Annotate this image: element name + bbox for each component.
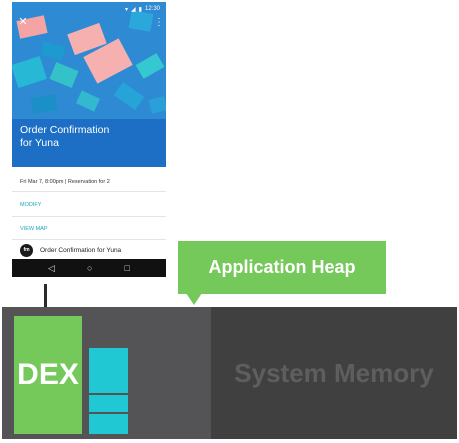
navigation-bar: ◁ ○ □ [12,259,166,277]
status-bar: ▾ ◢ ▮ 12:30 [12,2,166,16]
dex-block: DEX [14,316,82,434]
recents-icon[interactable]: □ [125,263,130,273]
wifi-icon: ▾ [125,6,129,13]
heap-block-2 [89,395,128,412]
heap-block-3 [89,414,128,434]
inbox-item[interactable]: fm Order Confirmation for Yuna [12,241,166,259]
application-heap-callout: Application Heap [178,241,386,294]
avatar: fm [20,243,33,257]
hero-illustration: Order Confirmation for Yuna [12,2,166,167]
heap-block-1 [89,348,128,393]
home-icon[interactable]: ○ [87,263,92,273]
order-title-line2: for Yuna [20,137,59,149]
ticket-pattern [12,2,166,122]
order-title-line1: Order Confirmation [20,124,110,136]
status-time: 12:30 [144,6,160,12]
modify-link[interactable]: MODIFY [12,193,166,217]
reservation-date: Fri Mar 7, 8:00pm | Reservation for 2 [12,172,166,192]
more-vert-icon[interactable]: ⋮ [154,18,164,30]
memory-bar: DEX System Memory [2,307,457,439]
view-map-link[interactable]: VIEW MAP [12,218,166,240]
phone-screenshot: Order Confirmation for Yuna ▾ ◢ ▮ 12:30 … [12,2,166,277]
order-title: Order Confirmation for Yuna [12,119,166,167]
battery-icon: ▮ [138,6,142,13]
system-memory-label: System Memory [234,357,434,388]
callout-pointer [186,293,202,305]
signal-icon: ◢ [131,6,136,13]
back-icon[interactable]: ◁ [48,263,55,273]
close-icon[interactable]: ✕ [17,16,29,28]
inbox-item-label: Order Confirmation for Yuna [40,246,122,254]
